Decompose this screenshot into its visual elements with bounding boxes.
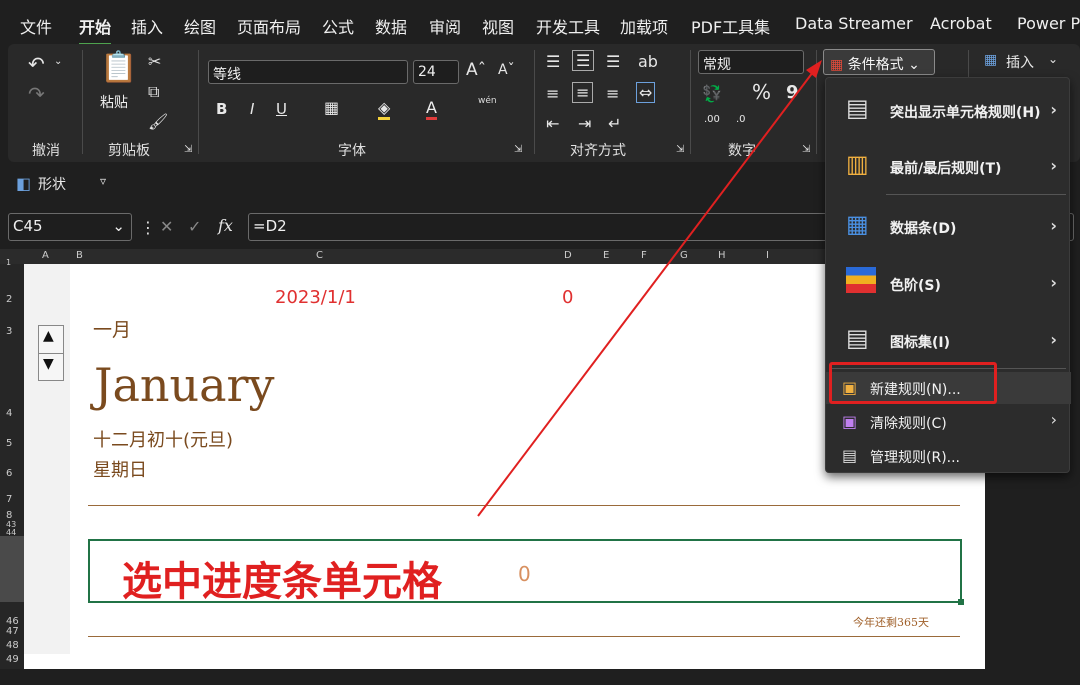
arrow-head [806, 60, 822, 78]
clear-rules-icon: ▣ [842, 412, 858, 431]
chevron-right-icon: › [1050, 216, 1057, 235]
menu-item-clear-rules[interactable]: ▣ 清除规则(C) › [826, 406, 1071, 438]
menu-item-manage-rules[interactable]: ▤ 管理规则(R)... [826, 440, 1071, 472]
manage-rules-icon: ▤ [842, 446, 858, 465]
arrow-line [477, 71, 814, 517]
top-bottom-rules-icon: ▥ [846, 150, 869, 178]
chevron-right-icon: › [1050, 273, 1057, 292]
menu-item-icon-sets[interactable]: ▤ 图标集(I) › [826, 312, 1071, 368]
chevron-right-icon: › [1050, 410, 1057, 429]
menu-item-label: 最前/最后规则(T) [890, 161, 1002, 177]
conditional-format-menu: ▤ 突出显示单元格规则(H) › ▥ 最前/最后规则(T) › ▦ 数据条(D)… [825, 77, 1071, 473]
chevron-right-icon: › [1050, 156, 1057, 175]
menu-item-label: 数据条(D) [890, 221, 957, 237]
color-scales-icon [846, 267, 876, 293]
icon-sets-icon: ▤ [846, 324, 869, 352]
chevron-right-icon: › [1050, 100, 1057, 119]
menu-item-color-scales[interactable]: 色阶(S) › [826, 255, 1071, 311]
annotation-highlight-box [829, 362, 997, 404]
chevron-right-icon: › [1050, 330, 1057, 349]
menu-item-label: 图标集(I) [890, 335, 951, 351]
menu-item-label: 管理规则(R)... [870, 450, 961, 466]
menu-item-label: 色阶(S) [890, 278, 941, 294]
menu-item-label: 清除规则(C) [870, 416, 947, 432]
menu-item-highlight-rules[interactable]: ▤ 突出显示单元格规则(H) › [826, 82, 1071, 138]
menu-item-data-bars[interactable]: ▦ 数据条(D) › [826, 198, 1071, 254]
divider [886, 194, 1066, 195]
highlight-rules-icon: ▤ [846, 94, 869, 122]
menu-item-top-bottom-rules[interactable]: ▥ 最前/最后规则(T) › [826, 138, 1071, 194]
menu-item-label: 突出显示单元格规则(H) [890, 105, 1041, 121]
data-bars-icon: ▦ [846, 210, 869, 238]
